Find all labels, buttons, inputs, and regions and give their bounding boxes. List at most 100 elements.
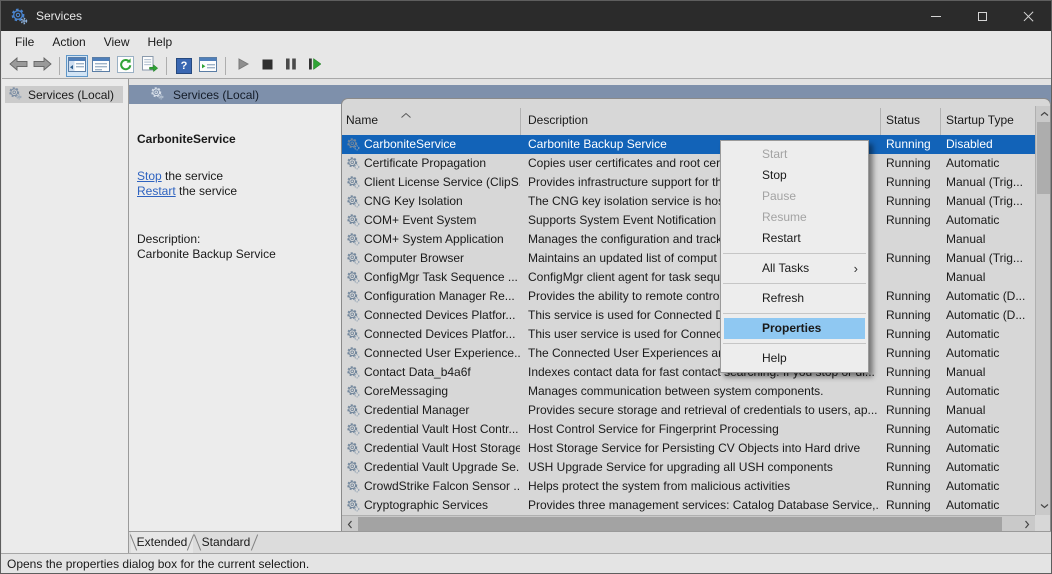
column-header-status[interactable]: Status xyxy=(886,113,920,127)
service-gear-icon xyxy=(347,290,360,303)
table-row[interactable]: CoreMessaging Manages communication betwe… xyxy=(342,382,1035,401)
scroll-down-button[interactable] xyxy=(1036,498,1050,514)
tab-edge xyxy=(250,534,259,551)
back-arrow-button[interactable] xyxy=(7,55,29,77)
service-gear-icon xyxy=(347,347,360,360)
cell-startup-type: Manual xyxy=(946,270,986,284)
menu-file[interactable]: File xyxy=(6,31,43,53)
toolbar: ? xyxy=(2,53,1051,79)
cell-name: Credential Vault Host Storage xyxy=(364,441,520,455)
table-row[interactable]: Cryptographic Services Provides three man… xyxy=(342,496,1035,515)
scroll-right-button[interactable] xyxy=(1019,516,1035,531)
column-header-startup-type[interactable]: Startup Type xyxy=(946,113,1014,127)
tab-extended[interactable]: Extended xyxy=(129,532,195,553)
gear-icon xyxy=(9,87,22,100)
context-menu-item-resume: Resume xyxy=(762,210,807,224)
column-header-name[interactable]: Name xyxy=(346,113,378,127)
menu-separator xyxy=(723,253,866,254)
vertical-scrollbar[interactable] xyxy=(1035,106,1050,515)
context-menu-item-help[interactable]: Help xyxy=(721,348,868,369)
cell-status: Running xyxy=(886,327,931,341)
help-button[interactable]: ? xyxy=(173,55,195,77)
restart-service-text: the service xyxy=(175,184,238,198)
close-button[interactable] xyxy=(1005,1,1051,31)
menu-action[interactable]: Action xyxy=(43,31,94,53)
stop-service-button[interactable] xyxy=(256,55,278,77)
export-list-button[interactable] xyxy=(138,55,160,77)
column-divider[interactable] xyxy=(880,108,881,135)
column-divider[interactable] xyxy=(520,108,521,135)
properties-window-button[interactable] xyxy=(90,55,112,77)
cell-status: Running xyxy=(886,308,931,322)
horizontal-scrollbar[interactable] xyxy=(342,515,1035,531)
table-row[interactable]: CNG Key Isolation The CNG key isolation s… xyxy=(342,192,1035,211)
column-header-description[interactable]: Description xyxy=(528,113,588,127)
tab-standard[interactable]: Standard xyxy=(193,532,259,553)
stop-service-link[interactable]: Stop xyxy=(137,169,162,183)
table-row[interactable]: COM+ System Application Manages the confi… xyxy=(342,230,1035,249)
cell-name: Credential Manager xyxy=(364,403,470,417)
table-row[interactable]: Connected Devices Platfor... This service… xyxy=(342,306,1035,325)
table-row[interactable]: Certificate Propagation Copies user certi… xyxy=(342,154,1035,173)
cell-startup-type: Automatic xyxy=(946,479,1000,493)
minimize-button[interactable] xyxy=(913,1,959,31)
tree-item-services-local[interactable]: Services (Local) xyxy=(5,86,123,103)
table-row[interactable]: Connected Devices Platfor... This user se… xyxy=(342,325,1035,344)
menu-separator xyxy=(723,313,866,314)
horizontal-scroll-thumb[interactable] xyxy=(358,517,1002,531)
cell-status: Running xyxy=(886,460,931,474)
cell-name: Configuration Manager Re... xyxy=(364,289,515,303)
table-row[interactable]: CarboniteService Carbonite Backup Service… xyxy=(342,135,1035,154)
table-row[interactable]: ConfigMgr Task Sequence ... ConfigMgr cli… xyxy=(342,268,1035,287)
service-gear-icon xyxy=(347,442,360,455)
context-menu-item-restart[interactable]: Restart xyxy=(721,228,868,249)
table-row[interactable]: Computer Browser Maintains an updated lis… xyxy=(342,249,1035,268)
restart-service-link[interactable]: Restart xyxy=(137,184,176,198)
table-row[interactable]: Credential Vault Upgrade Se... USH Upgrad… xyxy=(342,458,1035,477)
show-action-pane-icon xyxy=(199,56,217,75)
table-row[interactable]: Credential Vault Host Contr... Host Contr… xyxy=(342,420,1035,439)
restart-service-button[interactable] xyxy=(304,55,326,77)
view-tabs: Extended Standard xyxy=(129,531,1051,553)
context-menu-item-stop[interactable]: Stop xyxy=(721,165,868,186)
pause-service-button[interactable] xyxy=(280,55,302,77)
table-row[interactable]: Contact Data_b4a6f Indexes contact data f… xyxy=(342,363,1035,382)
cell-status xyxy=(886,232,938,247)
table-row[interactable]: COM+ Event System Supports System Event N… xyxy=(342,211,1035,230)
stop-service-text: the service xyxy=(161,169,224,183)
table-row[interactable]: CrowdStrike Falcon Sensor ... Helps prote… xyxy=(342,477,1035,496)
refresh-button[interactable] xyxy=(114,55,136,77)
cell-name: ConfigMgr Task Sequence ... xyxy=(364,270,518,284)
services-window: Services File Action View Help ? Services (… xyxy=(0,0,1052,574)
table-row[interactable]: Credential Manager Provides secure storag… xyxy=(342,401,1035,420)
show-action-pane-button[interactable] xyxy=(197,55,219,77)
pause-service-icon xyxy=(285,58,297,73)
column-divider[interactable] xyxy=(940,108,941,135)
cell-status: Running xyxy=(886,498,931,512)
table-row[interactable]: Configuration Manager Re... Provides the … xyxy=(342,287,1035,306)
maximize-button[interactable] xyxy=(959,1,1005,31)
cell-description: Helps protect the system from malicious … xyxy=(528,479,791,493)
forward-arrow-button[interactable] xyxy=(31,55,53,77)
cell-status: Running xyxy=(886,213,931,227)
show-console-tree-button[interactable] xyxy=(66,54,88,77)
table-row[interactable]: Client License Service (ClipS... Provides… xyxy=(342,173,1035,192)
cell-name: CrowdStrike Falcon Sensor ... xyxy=(364,479,520,493)
scroll-up-button[interactable] xyxy=(1036,106,1050,122)
table-row[interactable]: Credential Vault Host Storage Host Storag… xyxy=(342,439,1035,458)
context-menu-item-properties[interactable]: Properties xyxy=(724,318,865,339)
menu-view[interactable]: View xyxy=(95,31,139,53)
service-gear-icon xyxy=(347,252,360,265)
sort-ascending-icon xyxy=(400,108,412,122)
vertical-scroll-thumb[interactable] xyxy=(1037,122,1050,194)
cell-startup-type: Automatic xyxy=(946,441,1000,455)
start-service-button[interactable] xyxy=(232,55,254,77)
cell-name: COM+ System Application xyxy=(364,232,504,246)
scroll-left-button[interactable] xyxy=(342,516,358,531)
context-menu-item-all-tasks[interactable]: All Tasks › xyxy=(721,258,868,279)
table-row[interactable]: Connected User Experience... The Connecte… xyxy=(342,344,1035,363)
results-region: Services (Local) CarboniteService Stop t… xyxy=(129,79,1051,553)
context-menu-item-refresh[interactable]: Refresh xyxy=(721,288,868,309)
cell-startup-type: Automatic (D... xyxy=(946,308,1026,322)
menu-help[interactable]: Help xyxy=(139,31,182,53)
